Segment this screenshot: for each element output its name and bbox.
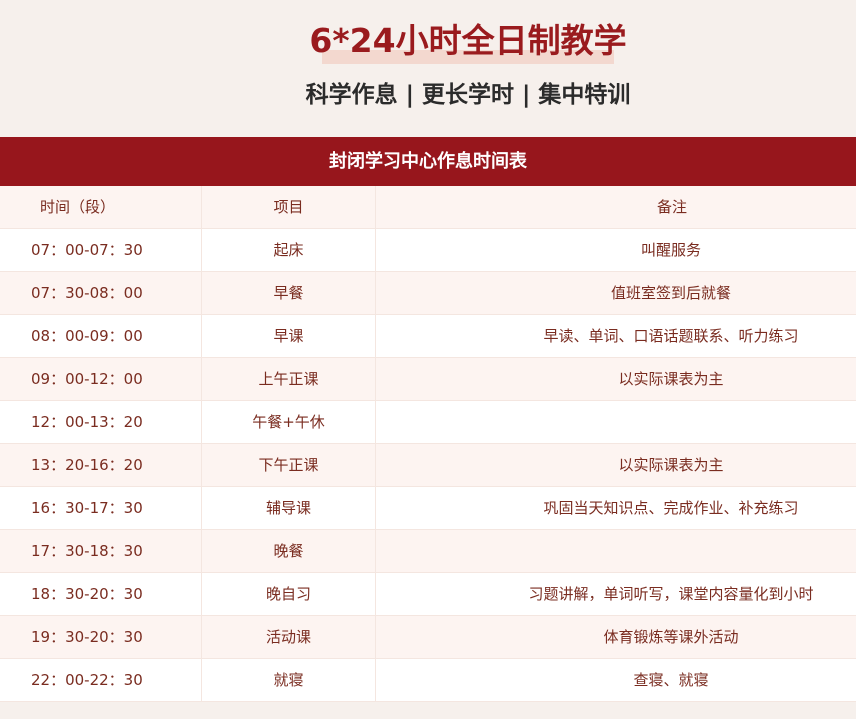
time-cell: 16：30-17：30 <box>0 487 202 530</box>
item-cell: 晚餐 <box>202 530 376 573</box>
table-caption: 封闭学习中心作息时间表 <box>0 137 856 186</box>
item-cell: 早课 <box>202 315 376 358</box>
time-cell: 17：30-18：30 <box>0 530 202 573</box>
notes-cell: 值班室签到后就餐 <box>610 284 731 302</box>
table-row: 19：30-20：30 活动课 体育锻炼等课外活动 <box>0 616 856 659</box>
table-row: 18：30-20：30 晚自习 习题讲解，单词听写，课堂内容量化到小时 <box>0 573 856 616</box>
table-row: 22：00-22：30 就寝 查寝、就寝 <box>0 659 856 702</box>
item-cell: 就寝 <box>202 659 376 702</box>
table-row: 17：30-18：30 晚餐 <box>0 530 856 573</box>
time-cell: 22：00-22：30 <box>0 659 202 702</box>
column-header-notes: 备注 <box>656 198 687 216</box>
time-cell: 08：00-09：00 <box>0 315 202 358</box>
time-cell: 07：00-07：30 <box>0 229 202 272</box>
item-cell: 早餐 <box>202 272 376 315</box>
time-cell: 09：00-12：00 <box>0 358 202 401</box>
notes-cell: 早读、单词、口语话题联系、听力练习 <box>543 327 799 345</box>
notes-cell: 以实际课表为主 <box>618 370 724 388</box>
table-header-row: 时间（段） 项目 备注 <box>0 186 856 229</box>
page-subtitle: 科学作息 | 更长学时 | 集中特训 <box>305 82 631 108</box>
item-cell: 晚自习 <box>202 573 376 616</box>
table-row: 16：30-17：30 辅导课 巩固当天知识点、完成作业、补充练习 <box>0 487 856 530</box>
column-header-item: 项目 <box>202 186 376 229</box>
table-row: 12：00-13：20 午餐+午休 <box>0 401 856 444</box>
notes-cell: 习题讲解，单词听写，课堂内容量化到小时 <box>528 585 814 603</box>
page-footer-strip <box>0 703 856 719</box>
table-row: 09：00-12：00 上午正课 以实际课表为主 <box>0 358 856 401</box>
item-cell: 活动课 <box>202 616 376 659</box>
item-cell: 午餐+午休 <box>202 401 376 444</box>
item-cell: 上午正课 <box>202 358 376 401</box>
table-row: 07：00-07：30 起床 叫醒服务 <box>0 229 856 272</box>
item-cell: 辅导课 <box>202 487 376 530</box>
notes-cell <box>376 530 856 573</box>
notes-cell <box>376 401 856 444</box>
page-title: 6*24小时全日制教学 <box>309 21 627 60</box>
item-cell: 起床 <box>202 229 376 272</box>
time-cell: 19：30-20：30 <box>0 616 202 659</box>
notes-cell: 查寝、就寝 <box>633 671 709 689</box>
time-cell: 07：30-08：00 <box>0 272 202 315</box>
page-header: 6*24小时全日制教学 科学作息 | 更长学时 | 集中特训 <box>0 0 856 137</box>
time-cell: 13：20-16：20 <box>0 444 202 487</box>
time-cell: 18：30-20：30 <box>0 573 202 616</box>
notes-cell: 以实际课表为主 <box>618 456 724 474</box>
column-header-time: 时间（段） <box>0 186 202 229</box>
notes-cell: 体育锻炼等课外活动 <box>603 628 739 646</box>
item-cell: 下午正课 <box>202 444 376 487</box>
table-row: 07：30-08：00 早餐 值班室签到后就餐 <box>0 272 856 315</box>
notes-cell: 叫醒服务 <box>640 241 701 259</box>
notes-cell: 巩固当天知识点、完成作业、补充练习 <box>543 499 799 517</box>
time-cell: 12：00-13：20 <box>0 401 202 444</box>
schedule-table: 时间（段） 项目 备注 07：00-07：30 起床 叫醒服务 07：30-08… <box>0 186 856 702</box>
table-row: 13：20-16：20 下午正课 以实际课表为主 <box>0 444 856 487</box>
table-row: 08：00-09：00 早课 早读、单词、口语话题联系、听力练习 <box>0 315 856 358</box>
